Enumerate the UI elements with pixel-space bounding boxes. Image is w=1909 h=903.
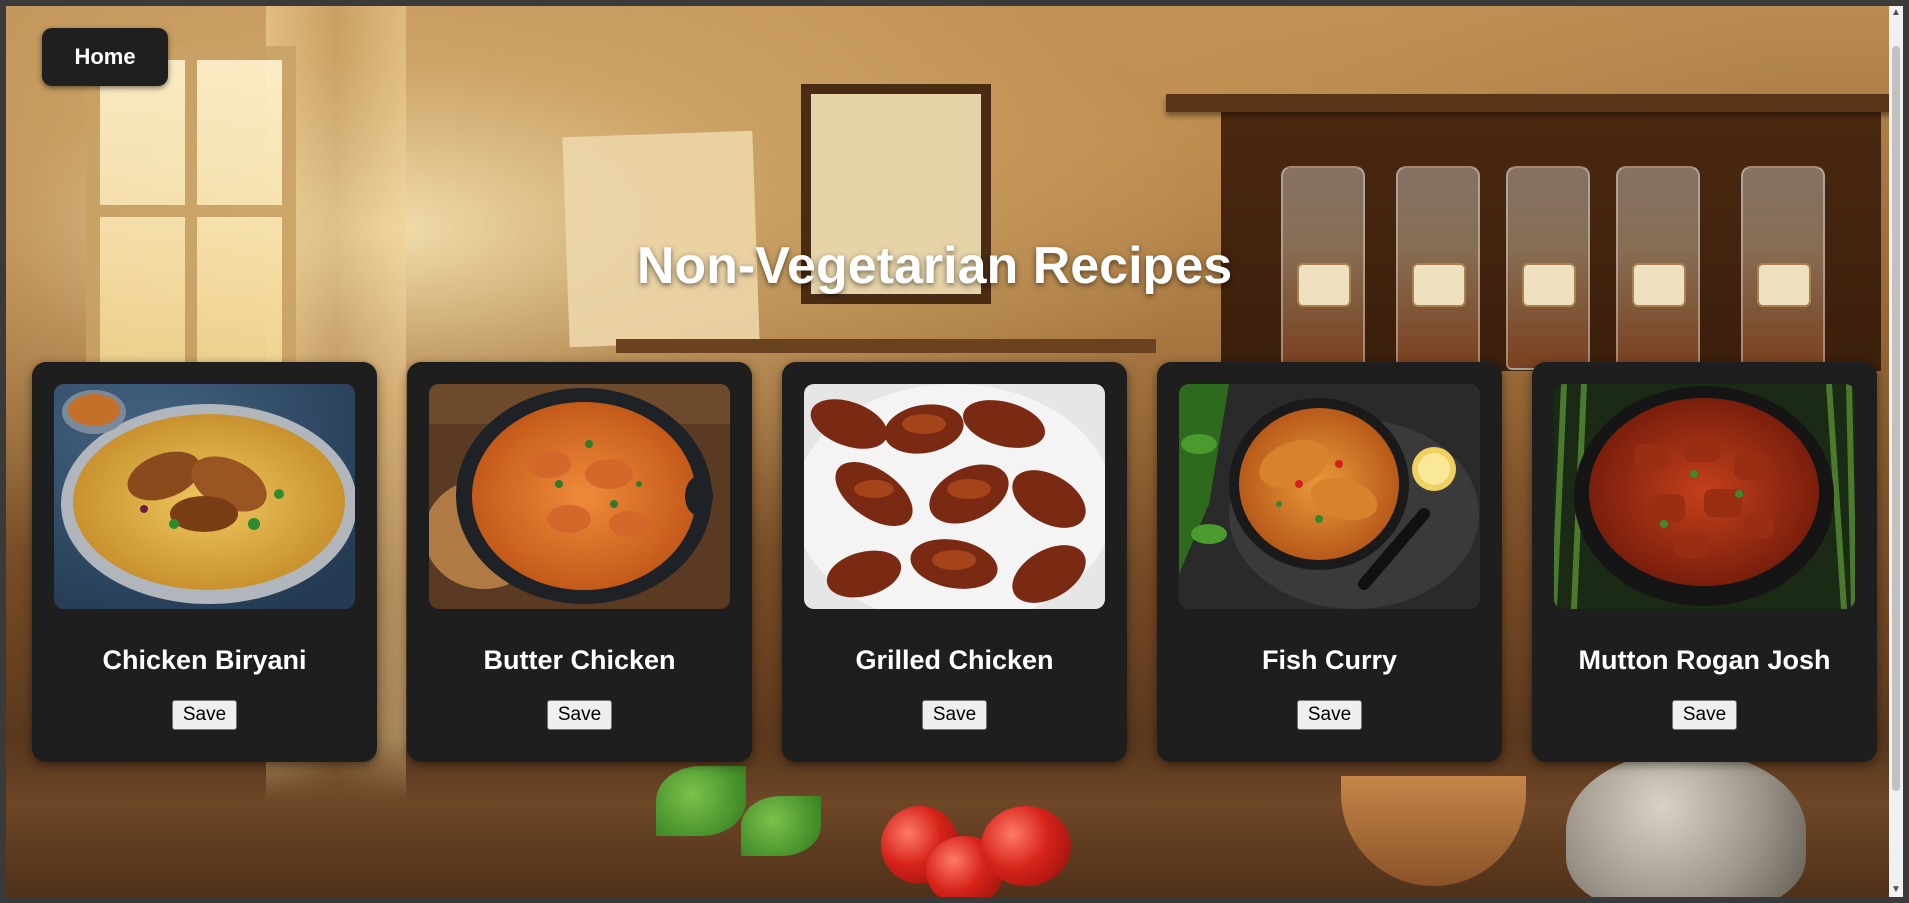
chicken-biryani-image (54, 384, 355, 609)
recipe-card: Chicken Biryani Save (32, 362, 377, 762)
recipe-title: Chicken Biryani (102, 645, 307, 675)
recipe-card: Butter Chicken Save (407, 362, 752, 762)
grilled-chicken-image (804, 384, 1105, 609)
tomato (981, 806, 1071, 886)
background-shelf (616, 339, 1156, 353)
recipe-card: Mutton Rogan Josh Save (1532, 362, 1877, 762)
save-button[interactable]: Save (921, 700, 988, 730)
brass-kettle (1566, 751, 1806, 897)
save-button[interactable]: Save (1671, 700, 1738, 730)
page-title: Non-Vegetarian Recipes (636, 237, 1233, 295)
scrollbar-thumb[interactable] (1892, 46, 1900, 791)
save-button[interactable]: Save (1296, 700, 1363, 730)
save-button[interactable]: Save (546, 700, 613, 730)
recipe-card: Fish Curry Save (1157, 362, 1502, 762)
fish-curry-image (1179, 384, 1480, 609)
recipe-title: Butter Chicken (483, 645, 676, 675)
home-button[interactable]: Home (42, 28, 168, 86)
basil-leaf (656, 766, 746, 836)
recipe-card: Grilled Chicken Save (782, 362, 1127, 762)
save-button[interactable]: Save (171, 700, 238, 730)
background-window (86, 46, 296, 376)
recipe-card-list: Chicken Biryani Save Butter Chicken Save… (32, 362, 1877, 762)
scroll-down-arrow-icon[interactable]: ▼ (1889, 883, 1903, 897)
scroll-up-arrow-icon[interactable]: ▲ (1889, 6, 1903, 20)
app-window: Home Non-Vegetarian Recipes Chicken Biry… (0, 0, 1909, 903)
background-top-shelf (1166, 94, 1896, 112)
vertical-scrollbar[interactable]: ▲ ▼ (1889, 6, 1903, 897)
recipe-title: Mutton Rogan Josh (1578, 645, 1831, 675)
recipe-title: Grilled Chicken (855, 645, 1054, 675)
mutton-rogan-josh-image (1554, 384, 1855, 609)
recipe-title: Fish Curry (1261, 645, 1398, 675)
butter-chicken-image (429, 384, 730, 609)
basil-leaf (741, 796, 821, 856)
